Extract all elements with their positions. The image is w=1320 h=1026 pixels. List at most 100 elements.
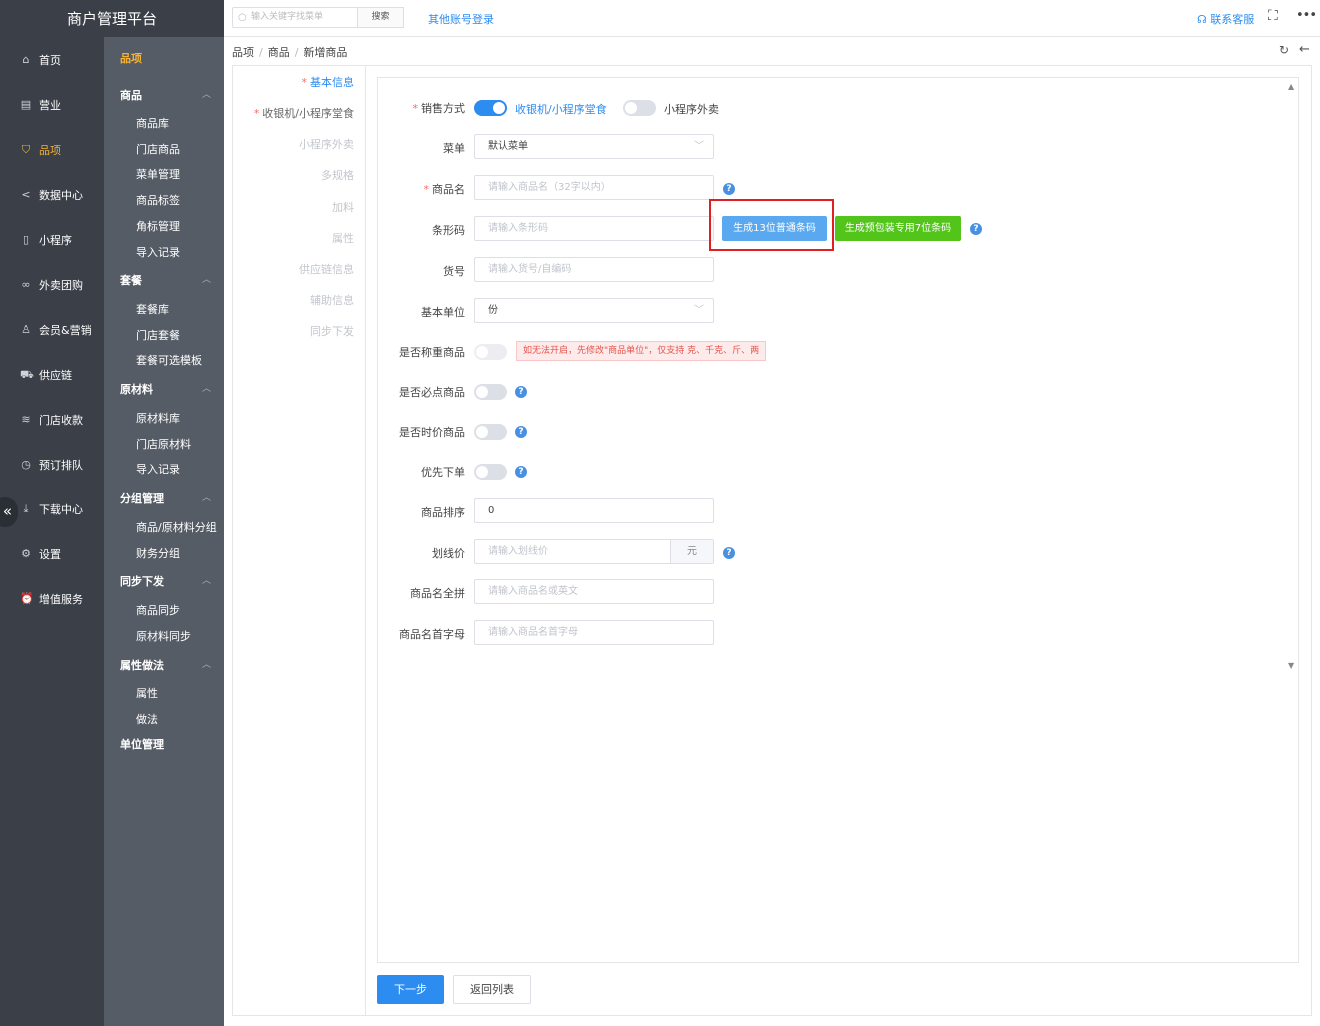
scroll-up-arrow[interactable]: ▲ xyxy=(1288,82,1294,91)
sidebar-item-label: 品项 xyxy=(39,144,61,157)
other-account-login-link[interactable]: 其他账号登录 xyxy=(428,11,494,27)
search-button[interactable]: 搜索 xyxy=(357,7,404,28)
sidebar-item-5[interactable]: ∞ 外卖团购 xyxy=(0,270,104,300)
subnav-item[interactable]: 商品/原材料分组 xyxy=(136,519,217,535)
subnav-item[interactable]: 导入记录 xyxy=(136,461,180,477)
product-name-input[interactable]: 请输入商品名（32字以内） xyxy=(474,175,714,200)
back-arrow-icon[interactable]: ← xyxy=(1299,42,1310,57)
back-to-list-button[interactable]: 返回列表 xyxy=(453,975,531,1004)
sidebar-item-6[interactable]: ♙ 会员&营销 xyxy=(0,315,104,345)
scroll-down-arrow[interactable]: ▼ xyxy=(1288,661,1294,670)
subnav-group[interactable]: 原材料 xyxy=(120,381,153,397)
sidebar-item-label: 预订排队 xyxy=(39,459,83,472)
help-icon[interactable]: ? xyxy=(515,466,527,478)
step-item[interactable]: * 收银机/小程序堂食 xyxy=(254,105,354,121)
subnav-item[interactable]: 套餐可选模板 xyxy=(136,352,202,368)
app-title: 商户管理平台 xyxy=(0,0,224,37)
subnav-group[interactable]: 分组管理 xyxy=(120,490,164,506)
next-step-button[interactable]: 下一步 xyxy=(377,975,444,1004)
subnav-item[interactable]: 角标管理 xyxy=(136,218,180,234)
help-icon[interactable]: ? xyxy=(515,386,527,398)
database-icon: ≋ xyxy=(21,413,31,426)
sale-mode-dinein-toggle[interactable] xyxy=(474,100,507,116)
step-item[interactable]: 辅助信息 xyxy=(310,292,354,308)
subnav-item[interactable]: 商品标签 xyxy=(136,192,180,208)
weighed-label: 是否称重商品 xyxy=(399,346,465,359)
subnav-item[interactable]: 套餐库 xyxy=(136,301,169,317)
menu-search-input[interactable]: ○ 输入关键字找菜单 xyxy=(232,7,358,28)
home-icon: ⌂ xyxy=(22,53,30,66)
subnav-group[interactable]: 单位管理 xyxy=(120,736,164,752)
step-item[interactable]: 多规格 xyxy=(321,167,354,183)
subnav-item[interactable]: 属性 xyxy=(136,685,158,701)
unit-select[interactable]: 份 ﹀ xyxy=(474,298,714,323)
priority-toggle[interactable] xyxy=(474,464,507,480)
sidebar-item-3[interactable]: < 数据中心 xyxy=(0,180,104,210)
subnav-item[interactable]: 原材料同步 xyxy=(136,628,191,644)
sidebar-item-0[interactable]: ⌂ 首页 xyxy=(0,45,104,75)
search-icon: ○ xyxy=(238,12,247,23)
contact-service-link[interactable]: ☊ 联系客服 xyxy=(1197,11,1254,27)
seasonal-price-toggle[interactable] xyxy=(474,424,507,440)
sidebar-item-label: 会员&营销 xyxy=(39,324,92,337)
help-icon[interactable]: ? xyxy=(723,547,735,559)
sidebar-item-4[interactable]: ▯ 小程序 xyxy=(0,225,104,255)
fullscreen-icon[interactable]: ⛶ xyxy=(1268,8,1278,24)
step-item[interactable]: 属性 xyxy=(332,230,354,246)
sidebar-item-1[interactable]: ▤ 营业 xyxy=(0,90,104,120)
weighed-toggle[interactable] xyxy=(474,344,507,360)
truck-icon: ⛟ xyxy=(20,368,34,381)
sidebar-item-8[interactable]: ≋ 门店收款 xyxy=(0,405,104,435)
step-item[interactable]: 小程序外卖 xyxy=(299,136,354,152)
generate-13-digit-barcode-button[interactable]: 生成13位普通条码 xyxy=(722,216,827,241)
breadcrumb-item[interactable]: 商品 xyxy=(268,46,290,59)
step-item[interactable]: 同步下发 xyxy=(310,323,354,339)
more-icon[interactable]: ••• xyxy=(1296,8,1317,23)
subnav-item[interactable]: 商品库 xyxy=(136,115,169,131)
subnav-item[interactable]: 做法 xyxy=(136,711,158,727)
subnav-item[interactable]: 门店原材料 xyxy=(136,436,191,452)
pinyin-input[interactable]: 请输入商品名或英文 xyxy=(474,579,714,604)
subnav-item[interactable]: 商品同步 xyxy=(136,602,180,618)
sidebar-item-label: 下载中心 xyxy=(39,503,83,516)
help-icon[interactable]: ? xyxy=(515,426,527,438)
chevron-up-icon[interactable]: ︿ xyxy=(202,657,211,670)
mandatory-toggle[interactable] xyxy=(474,384,507,400)
breadcrumb-item[interactable]: 品项 xyxy=(232,46,254,59)
subnav-group[interactable]: 属性做法 xyxy=(120,657,164,673)
subnav-item[interactable]: 门店套餐 xyxy=(136,327,180,343)
chevron-up-icon[interactable]: ︿ xyxy=(202,490,211,503)
subnav-item[interactable]: 原材料库 xyxy=(136,410,180,426)
weighed-tip: 如无法开启，先修改"商品单位"，仅支持 克、千克、斤、两 xyxy=(516,341,767,361)
sidebar-item-2[interactable]: ⛉ 品项 xyxy=(0,135,104,165)
subnav-group[interactable]: 套餐 xyxy=(120,272,142,288)
sort-input[interactable]: 0 xyxy=(474,498,714,523)
initials-input[interactable]: 请输入商品名首字母 xyxy=(474,620,714,645)
menu-select[interactable]: 默认菜单 ﹀ xyxy=(474,134,714,159)
chevron-up-icon[interactable]: ︿ xyxy=(202,272,211,285)
chevron-up-icon[interactable]: ︿ xyxy=(202,87,211,100)
subnav-group[interactable]: 同步下发 xyxy=(120,573,164,589)
subnav-item[interactable]: 财务分组 xyxy=(136,545,180,561)
sidebar-item-9[interactable]: ◷ 预订排队 xyxy=(0,450,104,480)
subnav-group[interactable]: 商品 xyxy=(120,87,142,103)
sale-mode-takeout-toggle[interactable] xyxy=(623,100,656,116)
barcode-input[interactable]: 请输入条形码 xyxy=(474,216,714,241)
step-item[interactable]: 加料 xyxy=(332,199,354,215)
product-name-label: * 商品名 xyxy=(423,183,466,196)
sidebar-item-12[interactable]: ⏰ 增值服务 xyxy=(0,584,104,614)
help-icon[interactable]: ? xyxy=(970,223,982,235)
subnav-item[interactable]: 导入记录 xyxy=(136,244,180,260)
chevron-up-icon[interactable]: ︿ xyxy=(202,573,211,586)
sku-input[interactable]: 请输入货号/自编码 xyxy=(474,257,714,282)
chevron-up-icon[interactable]: ︿ xyxy=(202,381,211,394)
sidebar-item-11[interactable]: ⚙ 设置 xyxy=(0,539,104,569)
step-item[interactable]: 供应链信息 xyxy=(299,261,354,277)
step-item[interactable]: * 基本信息 xyxy=(302,74,355,90)
subnav-item[interactable]: 门店商品 xyxy=(136,141,180,157)
subnav-item[interactable]: 菜单管理 xyxy=(136,166,180,182)
refresh-icon[interactable]: ↻ xyxy=(1279,43,1289,57)
help-icon[interactable]: ? xyxy=(723,183,735,195)
sidebar-item-7[interactable]: ⛟ 供应链 xyxy=(0,360,104,390)
generate-7-digit-barcode-button[interactable]: 生成预包装专用7位条码 xyxy=(835,216,961,241)
